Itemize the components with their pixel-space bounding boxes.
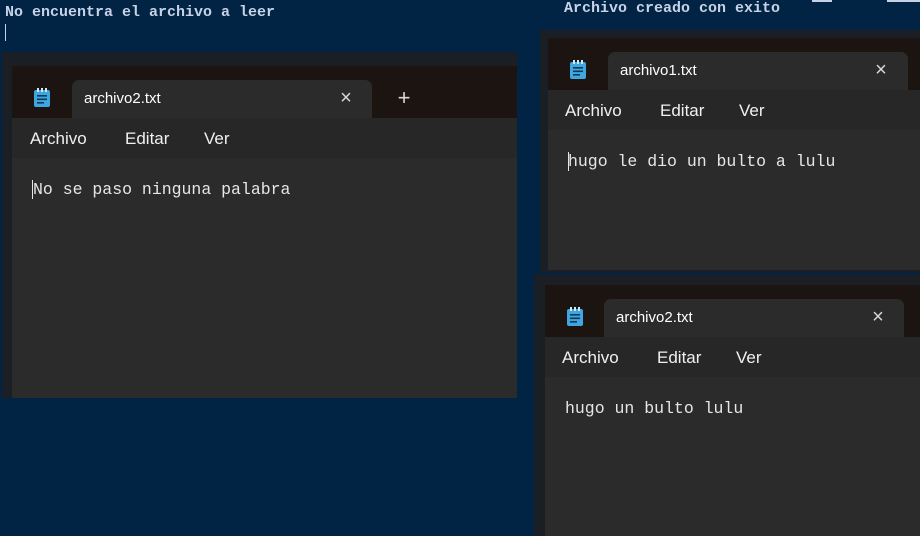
text-editor[interactable]: No se paso ninguna palabra <box>12 158 517 398</box>
menu-ver[interactable]: Ver <box>204 129 230 149</box>
menu-archivo[interactable]: Archivo <box>565 101 622 121</box>
menu-editar[interactable]: Editar <box>125 129 169 149</box>
close-icon[interactable]: × <box>335 87 357 109</box>
tab-archivo2[interactable]: archivo2.txt × <box>72 80 372 118</box>
notepad-window-top-right[interactable]: archivo1.txt × Archivo Editar Ver hugo l… <box>548 38 920 270</box>
close-icon[interactable]: × <box>867 306 889 328</box>
tab-title: archivo1.txt <box>620 62 697 79</box>
menu-archivo[interactable]: Archivo <box>30 129 87 149</box>
editor-content: No se paso ninguna palabra <box>33 180 291 199</box>
menu-editar[interactable]: Editar <box>660 101 704 121</box>
menu-archivo[interactable]: Archivo <box>562 348 619 368</box>
terminal-right-message: Archivo creado con exito <box>564 0 781 17</box>
terminal-fragment <box>812 0 832 2</box>
menu-bar: Archivo Editar Ver <box>548 90 920 130</box>
notepad-icon <box>34 88 50 107</box>
editor-content: hugo le dio un bulto a lulu <box>568 152 836 171</box>
notepad-window-left[interactable]: archivo2.txt × + Archivo Editar Ver No s… <box>12 66 517 398</box>
plus-icon[interactable]: + <box>392 86 416 110</box>
menu-ver[interactable]: Ver <box>736 348 762 368</box>
text-editor[interactable]: hugo le dio un bulto a lulu <box>548 130 920 270</box>
close-icon[interactable]: × <box>870 59 892 81</box>
tab-archivo1[interactable]: archivo1.txt × <box>608 52 908 90</box>
terminal-fragment-2 <box>887 0 920 2</box>
tab-title: archivo2.txt <box>84 90 161 107</box>
editor-content: hugo un bulto lulu <box>565 399 744 418</box>
notepad-icon <box>567 307 583 326</box>
menu-editar[interactable]: Editar <box>657 348 701 368</box>
text-editor[interactable]: hugo un bulto lulu <box>545 377 920 536</box>
menu-bar: Archivo Editar Ver <box>12 118 517 158</box>
notepad-icon <box>570 60 586 79</box>
title-bar[interactable]: archivo2.txt × + <box>12 66 517 118</box>
menu-ver[interactable]: Ver <box>739 101 765 121</box>
notepad-window-bottom-right[interactable]: archivo2.txt × Archivo Editar Ver hugo u… <box>545 285 920 536</box>
terminal-cursor <box>5 24 6 41</box>
title-bar[interactable]: archivo2.txt × <box>545 285 920 337</box>
title-bar[interactable]: archivo1.txt × <box>548 38 920 90</box>
tab-archivo2[interactable]: archivo2.txt × <box>604 299 904 337</box>
tab-title: archivo2.txt <box>616 309 693 326</box>
menu-bar: Archivo Editar Ver <box>545 337 920 377</box>
terminal-left-message: No encuentra el archivo a leer <box>5 4 276 21</box>
